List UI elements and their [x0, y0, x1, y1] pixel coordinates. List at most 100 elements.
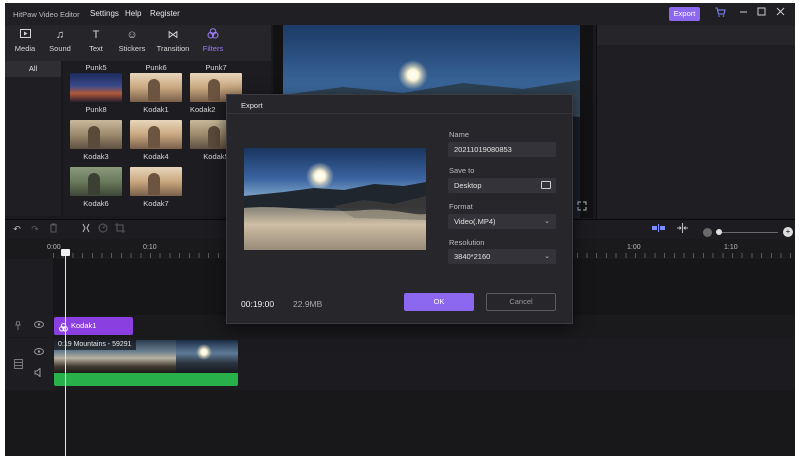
- export-file-size: 22.9MB: [293, 299, 323, 309]
- playhead-handle[interactable]: [61, 249, 70, 256]
- tab-media[interactable]: Media: [7, 28, 43, 53]
- video-clip-label: 0:19 Mountains - 59291: [54, 340, 136, 350]
- maximize-icon[interactable]: [754, 7, 768, 21]
- tab-transition-label: Transition: [156, 44, 190, 53]
- resolution-label: Resolution: [449, 238, 485, 247]
- menu-register[interactable]: Register: [150, 9, 180, 18]
- app-title: HitPaw Video Editor: [13, 10, 80, 19]
- media-tabs: Media ♫ Sound T Text ☺ Stickers ⋈ Transi…: [5, 25, 271, 61]
- video-clip[interactable]: 0:19 Mountains - 59291: [54, 340, 238, 386]
- tab-text-label: Text: [89, 44, 103, 53]
- properties-header: [597, 25, 795, 45]
- tab-text[interactable]: T Text: [78, 28, 114, 53]
- save-to-value: Desktop: [454, 181, 482, 190]
- format-select[interactable]: Video(.MP4) ⌄: [448, 214, 556, 229]
- title-bar: HitPaw Video Editor Settings Help Regist…: [5, 3, 795, 25]
- ruler-tick-label: 1:10: [724, 244, 738, 251]
- ruler-tick-label: 1:00: [627, 244, 641, 251]
- chevron-down-icon: ⌄: [544, 253, 550, 260]
- clip-frame: [176, 340, 238, 373]
- tab-stickers-label: Stickers: [118, 44, 146, 53]
- pin-icon[interactable]: [13, 320, 23, 331]
- ruler-tick-label: 0:10: [143, 244, 157, 251]
- filter-thumb-kodak6[interactable]: [70, 167, 122, 196]
- tab-filters[interactable]: Filters: [195, 28, 231, 53]
- split-icon[interactable]: [80, 223, 92, 235]
- eye-icon[interactable]: [34, 321, 44, 331]
- filter-label: Kodak4: [143, 152, 169, 161]
- tab-stickers[interactable]: ☺ Stickers: [114, 28, 150, 53]
- resolution-value: 3840*2160: [454, 252, 491, 261]
- export-button[interactable]: Export: [669, 7, 700, 21]
- category-column: All: [5, 61, 61, 216]
- filter-label: Kodak6: [83, 199, 109, 208]
- cancel-button[interactable]: Cancel: [486, 293, 556, 311]
- track-header: [5, 259, 53, 315]
- music-note-icon: ♫: [55, 29, 65, 41]
- crop-icon[interactable]: [114, 223, 126, 235]
- dialog-divider: [227, 113, 572, 114]
- filter-label: Punk6: [145, 63, 167, 72]
- ruler-tick-label: 0:00: [47, 244, 61, 251]
- filter-label: Punk8: [85, 105, 107, 114]
- cart-icon[interactable]: [713, 7, 727, 21]
- tab-sound[interactable]: ♫ Sound: [42, 28, 78, 53]
- save-to-field[interactable]: Desktop: [448, 178, 556, 193]
- close-icon[interactable]: [773, 7, 787, 21]
- redo-icon[interactable]: ↷: [29, 223, 41, 235]
- filter-thumb-kodak4[interactable]: [130, 120, 182, 149]
- tab-transition[interactable]: ⋈ Transition: [155, 28, 191, 53]
- film-icon[interactable]: [13, 359, 23, 369]
- bowtie-icon: ⋈: [167, 29, 179, 41]
- snap-icon[interactable]: [652, 223, 665, 235]
- format-value: Video(.MP4): [454, 217, 496, 226]
- zoom-out-icon[interactable]: [703, 228, 712, 237]
- filter-label-clipped: Kodak2: [190, 105, 216, 114]
- app-window: HitPaw Video Editor Settings Help Regist…: [5, 3, 795, 456]
- name-input[interactable]: 20211019080853: [448, 142, 556, 157]
- zoom-slider-handle[interactable]: [716, 229, 722, 235]
- filter-thumb-kodak1[interactable]: [130, 73, 182, 102]
- zoom-in-icon[interactable]: +: [783, 227, 793, 237]
- filter-label: Kodak7: [143, 199, 169, 208]
- resolution-select[interactable]: 3840*2160 ⌄: [448, 249, 556, 264]
- menu-help[interactable]: Help: [125, 9, 141, 18]
- chevron-down-icon: ⌄: [544, 218, 550, 225]
- media-icon: [7, 28, 43, 42]
- speaker-icon[interactable]: [34, 367, 44, 378]
- delete-icon[interactable]: [47, 223, 59, 235]
- properties-panel: [596, 25, 795, 218]
- tab-sound-label: Sound: [49, 44, 71, 53]
- filter-label: Kodak3: [83, 152, 109, 161]
- filters-icon: [59, 321, 68, 339]
- export-preview: [244, 148, 426, 250]
- export-dialog: Export Name 20211019080853 Save to Deskt…: [226, 94, 573, 324]
- audio-waveform: [54, 373, 238, 386]
- smiley-icon: ☺: [126, 29, 138, 41]
- filter-thumb-punk8[interactable]: [70, 73, 122, 102]
- sun-shape: [196, 344, 212, 360]
- filter-thumb-kodak3[interactable]: [70, 120, 122, 149]
- filters-icon: [195, 28, 231, 42]
- save-to-label: Save to: [449, 166, 475, 175]
- menu-settings[interactable]: Settings: [90, 9, 119, 18]
- export-duration: 00:19:00: [241, 299, 275, 309]
- effect-clip-label: Kodak1: [71, 321, 97, 330]
- fullscreen-icon[interactable]: [577, 201, 589, 213]
- tab-filters-label: Filters: [202, 44, 224, 53]
- minimize-icon[interactable]: [736, 7, 750, 21]
- format-label: Format: [449, 202, 473, 211]
- fit-icon[interactable]: [676, 223, 688, 235]
- speed-icon[interactable]: [97, 223, 109, 235]
- zoom-slider[interactable]: [720, 232, 778, 233]
- undo-icon[interactable]: ↶: [11, 223, 23, 235]
- playhead[interactable]: [65, 253, 66, 456]
- dialog-title: Export: [241, 101, 263, 110]
- category-all[interactable]: All: [5, 61, 61, 77]
- ok-button[interactable]: OK: [404, 293, 474, 311]
- eye-icon[interactable]: [34, 348, 44, 358]
- filter-thumb-kodak7[interactable]: [130, 167, 182, 196]
- folder-icon[interactable]: [541, 181, 551, 189]
- filter-label: Punk7: [205, 63, 227, 72]
- name-label: Name: [449, 130, 470, 139]
